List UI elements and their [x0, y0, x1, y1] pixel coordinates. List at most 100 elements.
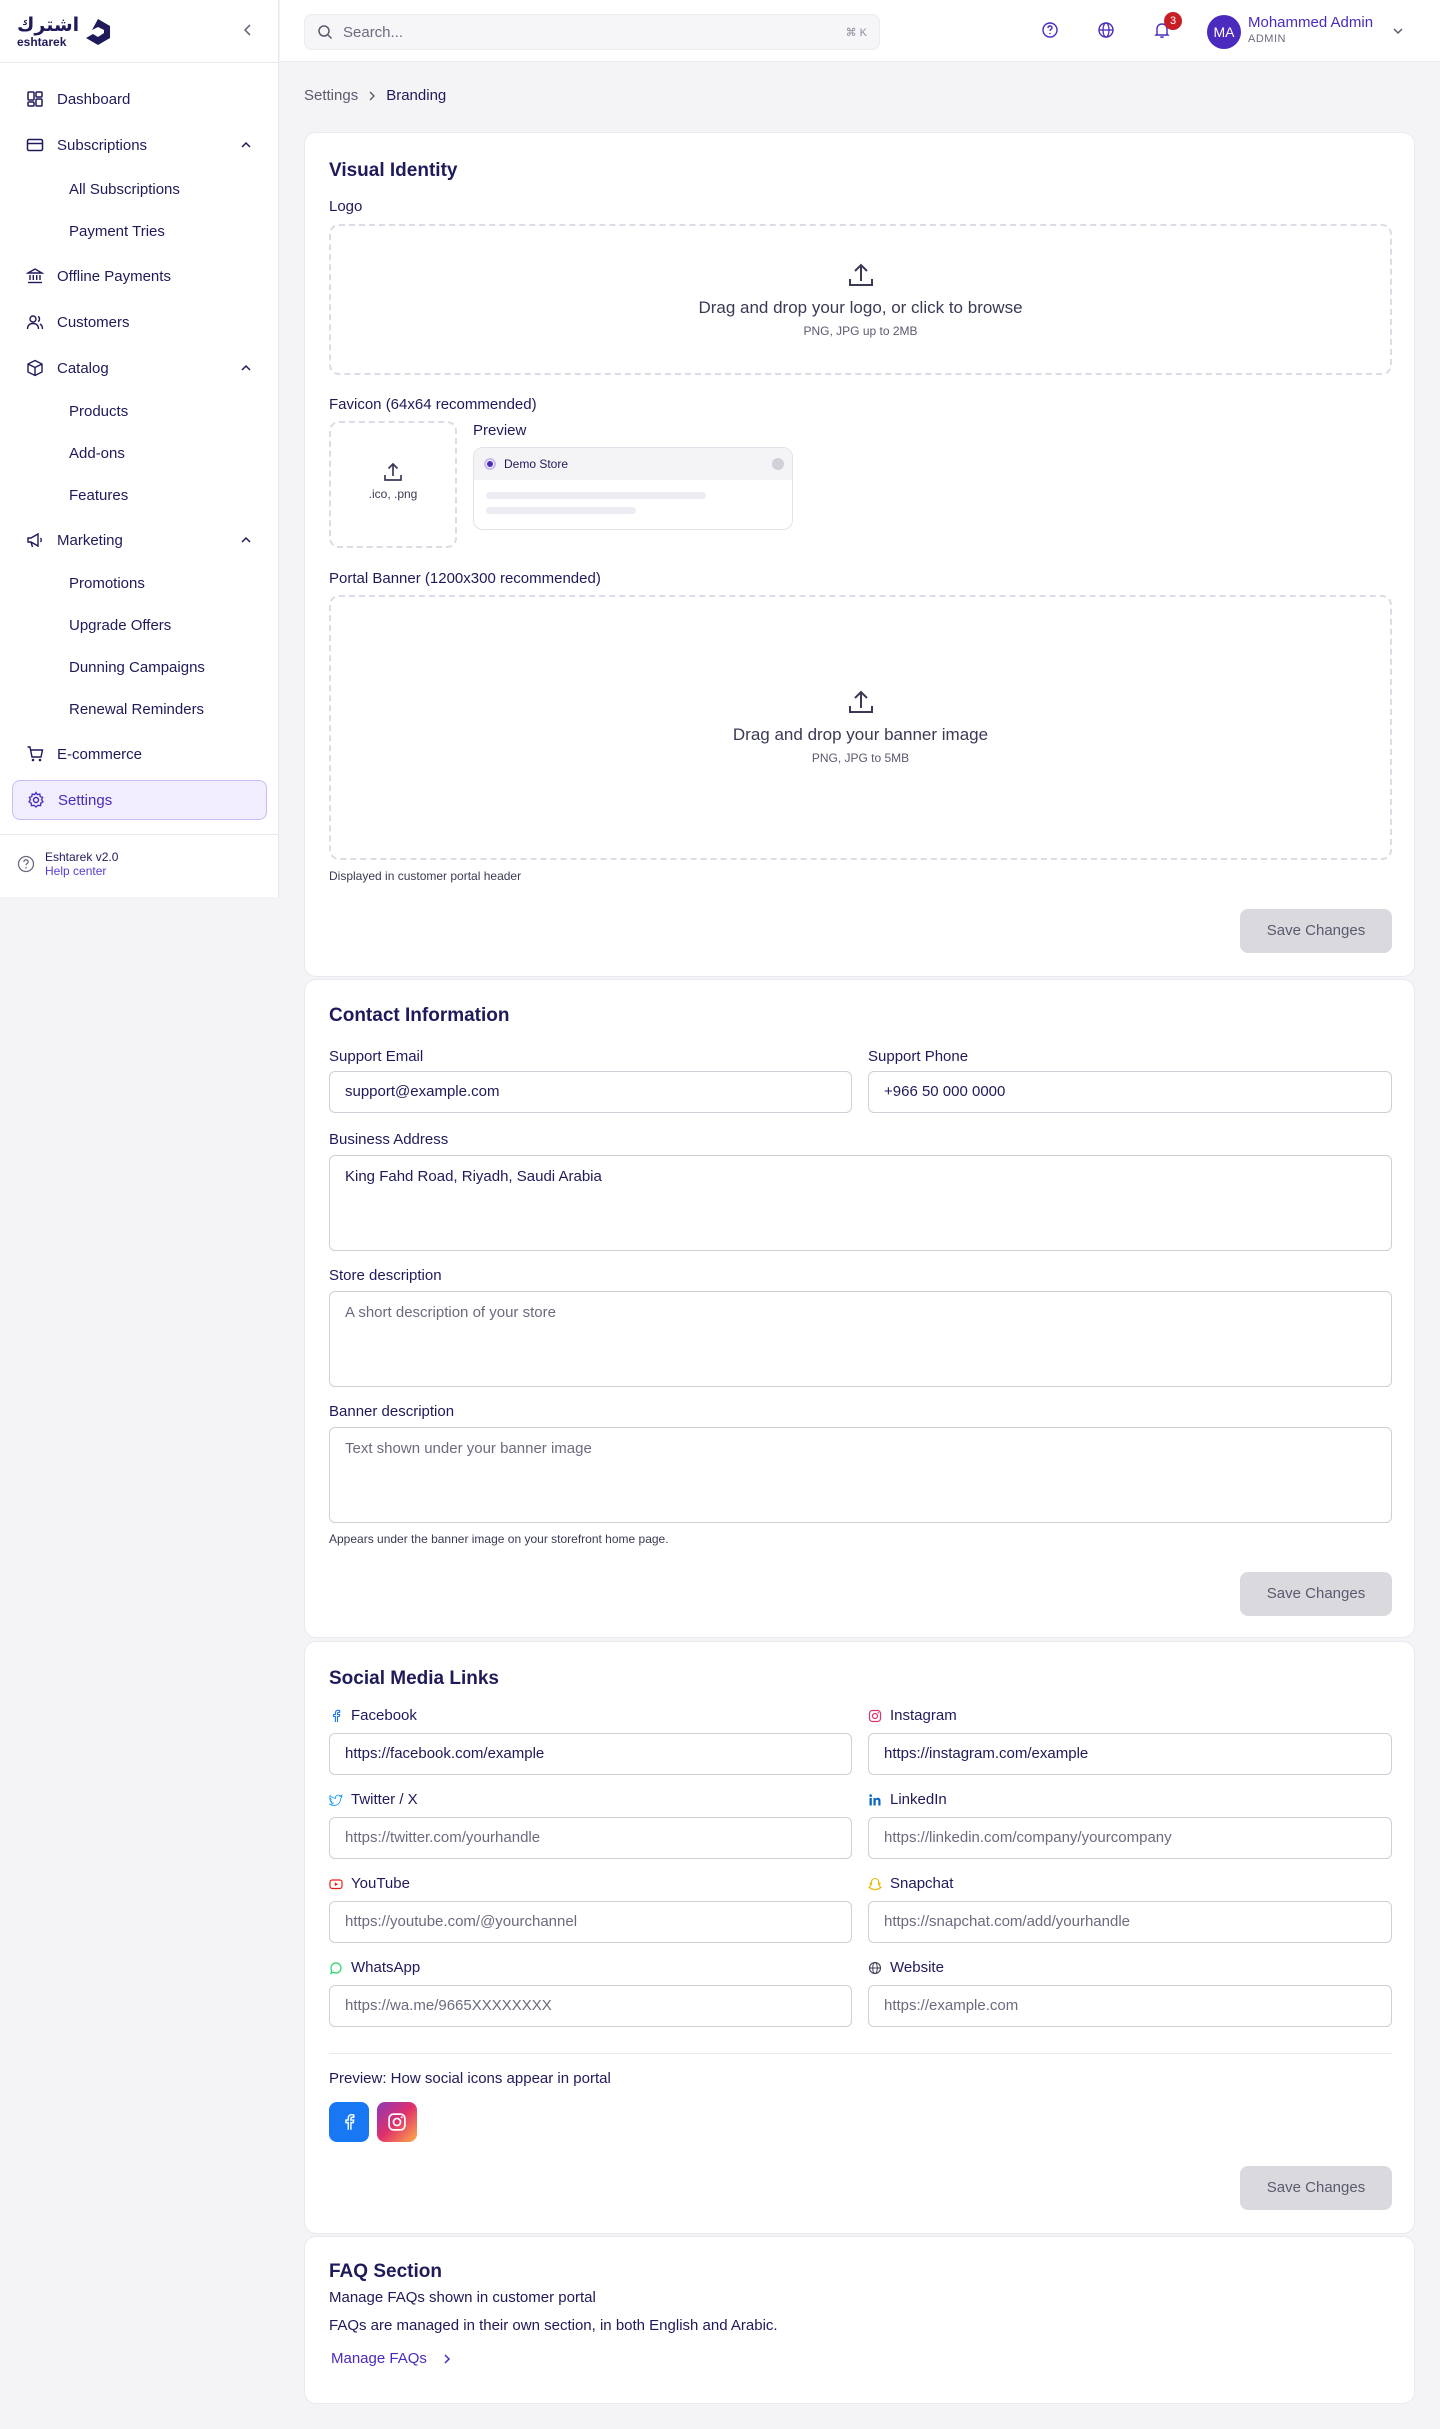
sidebar-item-offline-payments[interactable]: Offline Payments [12, 256, 267, 296]
gear-icon [26, 790, 46, 810]
breadcrumb-settings[interactable]: Settings [304, 87, 358, 104]
favicon-label: Favicon (64x64 recommended) [329, 396, 537, 413]
sidebar-item-customers[interactable]: Customers [12, 302, 267, 342]
preview-store-name: Demo Store [504, 457, 569, 471]
business-address-textarea[interactable]: King Fahd Road, Riyadh, Saudi Arabia [329, 1155, 1392, 1251]
support-phone-label: Support Phone [868, 1048, 969, 1065]
instagram-label: Instagram [868, 1707, 957, 1724]
store-description-textarea[interactable]: A short description of your store [329, 1291, 1392, 1387]
sidebar-subitem-payment-tries[interactable]: Payment Tries [69, 220, 165, 244]
linkedin-icon [869, 1793, 881, 1805]
sidebar-item-settings[interactable]: Settings [12, 780, 267, 820]
store-description-label: Store description [329, 1267, 442, 1284]
collapse-sidebar-icon[interactable] [240, 22, 256, 38]
bank-icon [25, 266, 45, 286]
section-title: Contact Information [329, 1005, 510, 1026]
sidebar-subitem-renewal-reminders[interactable]: Renewal Reminders [69, 698, 204, 722]
chevron-right-icon [369, 91, 376, 100]
user-name[interactable]: Mohammed Admin [1248, 14, 1373, 31]
business-address-label: Business Address [329, 1131, 449, 1148]
search-placeholder: Search... [343, 23, 404, 41]
chevron-right-icon [444, 2353, 450, 2364]
favicon-dot-icon [484, 458, 496, 470]
sidebar-item-dashboard[interactable]: Dashboard [12, 79, 267, 119]
facebook-label-text: Facebook [351, 1707, 417, 1724]
snapchat-field[interactable]: https://snapchat.com/add/yourhandle [868, 1901, 1392, 1943]
breadcrumb-current: Branding [386, 87, 447, 104]
banner-label: Portal Banner (1200x300 recommended) [329, 570, 601, 587]
sidebar-item-label: Offline Payments [57, 267, 171, 285]
linkedin-field[interactable]: https://linkedin.com/company/yourcompany [868, 1817, 1392, 1859]
twitter-icon [329, 1793, 343, 1806]
chevron-down-icon[interactable] [1391, 24, 1405, 38]
instagram-icon [868, 1709, 882, 1722]
top-bar: Search... ⌘ K 3 MA Mohammed Admin ADMIN [280, 0, 1440, 62]
snapchat-label-text: Snapchat [890, 1875, 954, 1892]
banner-note: Displayed in customer portal header [329, 869, 522, 883]
twitter-field[interactable]: https://twitter.com/yourhandle [329, 1817, 852, 1859]
support-phone-field[interactable]: +966 50 000 0000 [868, 1071, 1392, 1113]
youtube-field[interactable]: https://youtube.com/@yourchannel [329, 1901, 852, 1943]
whatsapp-label-text: WhatsApp [351, 1959, 421, 1976]
globe-icon [868, 1961, 882, 1974]
sidebar-item-marketing[interactable]: Marketing [12, 520, 267, 560]
sidebar-subitem-promotions[interactable]: Promotions [69, 572, 145, 596]
save-button[interactable]: Save Changes [1240, 2166, 1392, 2210]
favicon-preview: Demo Store [473, 447, 793, 530]
sidebar-subitem-upgrade-offers[interactable]: Upgrade Offers [69, 614, 171, 638]
youtube-label: YouTube [329, 1875, 410, 1892]
preview-label: Preview [473, 422, 527, 439]
faq-subtitle: Manage FAQs shown in customer portal [329, 2289, 596, 2306]
card-icon [25, 135, 45, 155]
banner-description-textarea[interactable]: Text shown under your banner image [329, 1427, 1392, 1523]
cart-icon [25, 744, 45, 764]
search-icon [318, 25, 333, 40]
save-button[interactable]: Save Changes [1240, 1572, 1392, 1616]
skeleton-line [486, 492, 706, 499]
facebook-field[interactable]: https://facebook.com/example [329, 1733, 852, 1775]
sidebar-item-subscriptions[interactable]: Subscriptions [12, 125, 267, 165]
snapchat-icon [868, 1877, 882, 1890]
facebook-label: Facebook [329, 1707, 417, 1724]
save-button[interactable]: Save Changes [1240, 909, 1392, 953]
sidebar-subitem-dunning-campaigns[interactable]: Dunning Campaigns [69, 656, 205, 680]
logo-label: Logo [329, 198, 363, 215]
sidebar-subitem-features[interactable]: Features [69, 484, 128, 508]
sidebar-item-label: Catalog [57, 359, 109, 377]
help-center-link[interactable]: Help center [45, 864, 118, 878]
search-input[interactable]: Search... ⌘ K [304, 14, 880, 50]
banner-drop-text: Drag and drop your banner image [732, 725, 989, 744]
globe-icon[interactable] [1096, 20, 1116, 40]
support-email-field[interactable]: support@example.com [329, 1071, 852, 1113]
sidebar-subitem-products[interactable]: Products [69, 400, 128, 424]
brand-logo[interactable]: اشترك eshtarek [17, 14, 112, 50]
sidebar-subitem-all-subscriptions[interactable]: All Subscriptions [69, 178, 180, 202]
divider [0, 62, 279, 63]
banner-description-hint: Appears under the banner image on your s… [329, 1532, 669, 1546]
favicon-dropzone[interactable]: .ico, .png [329, 421, 457, 548]
megaphone-icon [25, 530, 45, 550]
manage-faqs-link[interactable]: Manage FAQs [331, 2350, 453, 2367]
help-icon[interactable] [1040, 20, 1060, 40]
divider [329, 2053, 1392, 2054]
logo-dropzone[interactable]: Drag and drop your logo, or click to bro… [329, 224, 1392, 375]
banner-dropzone[interactable]: Drag and drop your banner image PNG, JPG… [329, 595, 1392, 860]
website-field[interactable]: https://example.com [868, 1985, 1392, 2027]
chevron-up-icon [241, 141, 251, 148]
sidebar-item-e-commerce[interactable]: E-commerce [12, 734, 267, 774]
avatar[interactable]: MA [1207, 15, 1241, 49]
instagram-field[interactable]: https://instagram.com/example [868, 1733, 1392, 1775]
website-label: Website [868, 1959, 944, 1976]
contact-information-card: Contact Information Support Email suppor… [304, 979, 1415, 1638]
sidebar-item-catalog[interactable]: Catalog [12, 348, 267, 388]
whatsapp-field[interactable]: https://wa.me/9665XXXXXXXX [329, 1985, 852, 2027]
search-shortcut: ⌘ K [845, 26, 867, 39]
preview-tab: Demo Store [474, 448, 792, 480]
favicon-hint: .ico, .png [368, 487, 418, 501]
upload-icon [848, 690, 873, 713]
website-label-text: Website [890, 1959, 944, 1976]
youtube-icon [329, 1878, 343, 1889]
sidebar-subitem-add-ons[interactable]: Add-ons [69, 442, 125, 466]
section-title: FAQ Section [329, 2261, 442, 2282]
logo-mark-icon [86, 19, 111, 45]
